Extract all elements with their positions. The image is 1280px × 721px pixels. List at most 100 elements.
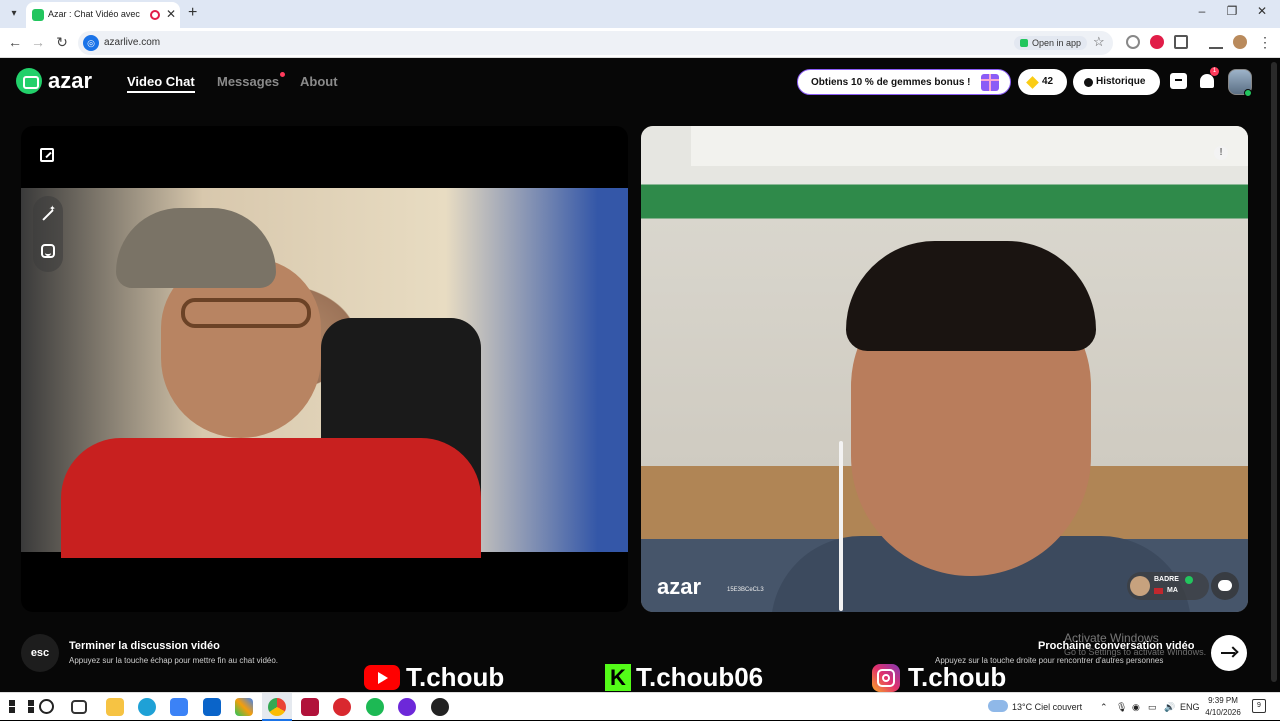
youtube-overlay: T.choub <box>364 662 524 692</box>
page-scrollbar[interactable] <box>1271 62 1277 682</box>
tray-overflow-icon[interactable]: ⌃ <box>1100 702 1108 713</box>
microphone-icon[interactable]: 🎙 <box>1116 702 1127 713</box>
azar-video-watermark: azar <box>657 574 702 599</box>
tab-close-icon[interactable]: ✕ <box>166 7 176 21</box>
peer-country: MA <box>1167 587 1178 594</box>
app-red-icon[interactable] <box>333 698 351 716</box>
nav-video-chat[interactable]: Video Chat <box>127 74 195 93</box>
bookmark-star-icon[interactable]: ☆ <box>1093 34 1105 50</box>
url-field[interactable]: ◎ azarlive.com Open in app ☆ <box>78 31 1113 55</box>
edge-icon[interactable] <box>138 698 156 716</box>
wall-papers <box>691 126 1248 166</box>
notification-badge: 1 <box>1210 67 1219 76</box>
end-chat-hint: Appuyez sur la touche échap pour mettre … <box>69 656 279 665</box>
youtube-icon <box>364 665 400 690</box>
peer-avatar <box>1130 576 1150 596</box>
session-id: 15E3BCeCL3 <box>727 587 764 593</box>
adobe-icon[interactable] <box>301 698 319 716</box>
outlook-icon[interactable] <box>203 698 221 716</box>
chrome-icon[interactable] <box>268 698 286 716</box>
glasses <box>181 298 311 328</box>
file-explorer-icon[interactable] <box>106 698 124 716</box>
browser-menu-icon[interactable]: ⋮ <box>1256 34 1274 51</box>
clock-time: 9:39 PM <box>1208 696 1238 705</box>
kick-icon: K <box>605 664 631 691</box>
recording-indicator-icon <box>150 10 160 20</box>
chat-button[interactable] <box>1211 572 1239 600</box>
notification-center-icon[interactable]: 9 <box>1252 699 1266 713</box>
nav-messages[interactable]: Messages <box>217 74 279 89</box>
volume-icon[interactable]: 🔊 <box>1164 702 1175 713</box>
nav-about[interactable]: About <box>300 74 338 89</box>
azar-app: azar Video Chat Messages About Obtiens 1… <box>0 58 1280 692</box>
gems-balance-button[interactable]: 42 <box>1018 69 1067 95</box>
azar-logo-text: azar <box>48 68 93 93</box>
remote-user-hair <box>846 241 1096 351</box>
search-icon[interactable] <box>39 699 54 714</box>
clock-date: 4/10/2026 <box>1205 708 1241 717</box>
profile-avatar-icon[interactable] <box>1233 35 1247 49</box>
restore-icon[interactable]: ❐ <box>1222 4 1242 18</box>
azar-favicon-icon <box>32 9 44 21</box>
bonus-gems-promo-button[interactable]: Obtiens 10 % de gemmes bonus ! <box>797 69 1011 95</box>
report-alert-icon[interactable]: ! <box>1214 146 1228 160</box>
gems-count: 42 <box>1042 76 1054 87</box>
close-window-icon[interactable]: ✕ <box>1252 4 1272 18</box>
camera-tools-rail <box>33 196 63 272</box>
youtube-handle: T.choub <box>406 662 505 692</box>
next-chat-button[interactable] <box>1211 635 1247 671</box>
beanie <box>116 208 276 288</box>
bell-icon[interactable] <box>1200 74 1214 88</box>
history-button[interactable]: Historique <box>1073 69 1160 95</box>
spotify-icon[interactable] <box>366 698 384 716</box>
new-tab-icon[interactable]: + <box>188 4 197 22</box>
reload-icon[interactable]: ↻ <box>53 34 71 51</box>
taskbar-clock[interactable]: 9:39 PM 4/10/2026 <box>1203 695 1243 719</box>
shield-extension-icon[interactable] <box>1126 35 1140 49</box>
kick-handle: T.choub06 <box>636 662 764 692</box>
next-chat-title: Prochaine conversation vidéo <box>1038 640 1195 652</box>
browser-tab[interactable]: Azar : Chat Vidéo avec de n ✕ <box>26 2 180 28</box>
instagram-overlay: T.choub <box>872 662 1022 692</box>
task-view-icon[interactable] <box>71 700 87 714</box>
tab-search-chevron-icon[interactable]: ▾ <box>6 6 22 22</box>
earphone-cable <box>839 441 843 611</box>
red-hoodie <box>61 438 481 558</box>
online-status-dot <box>1244 89 1252 97</box>
face-sticker-icon[interactable] <box>41 244 55 258</box>
cloud-weather-icon[interactable] <box>988 700 1008 712</box>
tools-app-icon[interactable] <box>235 698 253 716</box>
network-icon[interactable]: ▭ <box>1148 702 1157 713</box>
remote-video-panel: ! azar 15E3BCeCL3 BADRE MA <box>641 126 1248 612</box>
remote-camera-feed <box>641 126 1248 612</box>
store-app-icon[interactable] <box>170 698 188 716</box>
site-info-icon[interactable]: ◎ <box>83 35 99 51</box>
url-text: azarlive.com <box>104 37 161 48</box>
extensions-puzzle-icon[interactable] <box>1174 35 1188 49</box>
chat-bubble-icon <box>1218 580 1232 591</box>
end-chat-title: Terminer la discussion vidéo <box>69 640 220 652</box>
minimize-icon[interactable]: – <box>1192 4 1212 18</box>
forward-icon[interactable]: → <box>29 34 47 50</box>
peer-profile-chip[interactable]: BADRE MA <box>1127 572 1209 600</box>
local-video-panel <box>21 126 628 612</box>
esc-key-button[interactable]: esc <box>21 634 59 672</box>
open-in-app-button[interactable]: Open in app <box>1014 36 1088 50</box>
store-icon[interactable] <box>1170 73 1187 89</box>
instagram-icon <box>872 664 900 692</box>
media-control-icon[interactable] <box>1209 35 1223 49</box>
discord-icon[interactable] <box>398 698 416 716</box>
history-label: Historique <box>1096 76 1146 87</box>
magic-wand-filter-icon[interactable] <box>41 204 56 222</box>
weather-text[interactable]: 13°C Ciel couvert <box>1012 702 1082 712</box>
messages-unread-dot <box>280 72 285 77</box>
instagram-handle: T.choub <box>908 662 1007 692</box>
back-icon[interactable]: ← <box>6 34 24 50</box>
expand-icon[interactable] <box>40 148 54 162</box>
windows-start-icon[interactable] <box>9 700 34 713</box>
language-indicator[interactable]: ENG <box>1180 702 1200 712</box>
adblock-extension-icon[interactable] <box>1150 35 1164 49</box>
tab-title: Azar : Chat Vidéo avec de n <box>48 9 140 19</box>
camera-tray-icon[interactable]: ◉ <box>1132 702 1140 713</box>
obs-icon[interactable] <box>431 698 449 716</box>
